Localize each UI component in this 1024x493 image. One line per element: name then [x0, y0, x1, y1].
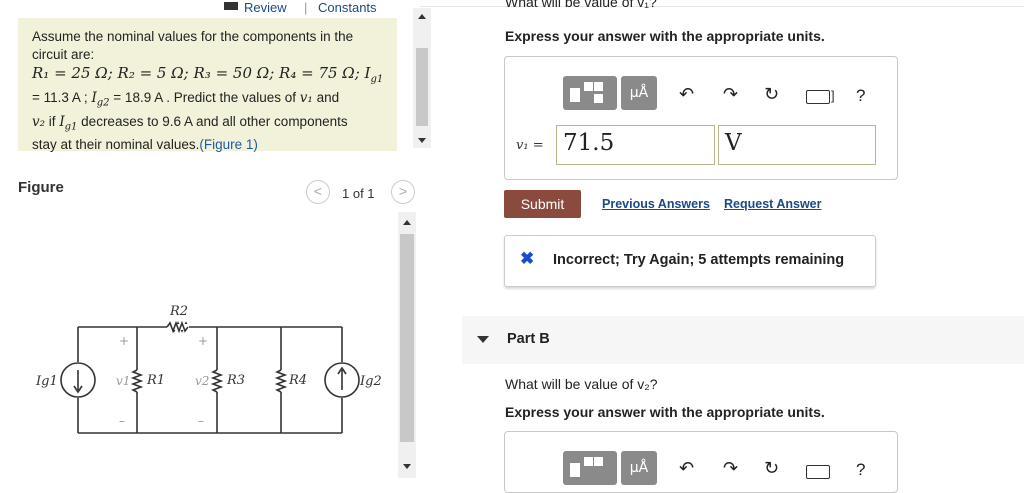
r1-label: R1 [146, 373, 165, 388]
review-link[interactable]: Review [224, 0, 287, 15]
v1-value-input[interactable]: 71.5 [556, 125, 715, 165]
units-button[interactable]: μÅ [621, 451, 657, 485]
circuit-diagram: Ig1 Ig2 R1 R2 R3 R4 v1 v2 + – + – [35, 304, 382, 434]
text: and [312, 90, 340, 105]
templates-button[interactable] [563, 451, 617, 485]
part-b-instructions: Express your answer with the appropriate… [505, 404, 825, 420]
subscript: g1 [64, 121, 78, 133]
keyboard-icon[interactable] [806, 90, 830, 104]
prev-figure-button[interactable]: < [306, 180, 330, 204]
problem-line: stay at their nominal values.(Figure 1) [32, 136, 384, 154]
header-separator: | [304, 0, 308, 15]
figure-heading: Figure [18, 179, 64, 196]
problem-line: = 11.3 A ; Ig2 = 18.9 A . Predict the va… [32, 89, 384, 113]
scrollbar-thumb[interactable] [400, 234, 414, 442]
previous-answers-link[interactable]: Previous Answers [602, 197, 710, 211]
v1-label: v1 [116, 374, 130, 388]
r3-label: R3 [226, 373, 245, 388]
help-button[interactable]: ? [856, 86, 865, 106]
text: stay at their nominal values. [32, 137, 200, 153]
problem-line: Assume the nominal values for the compon… [32, 29, 354, 44]
keyboard-bracket: ] [831, 88, 835, 103]
scroll-down-icon[interactable] [418, 138, 426, 143]
text: = 11.3 A ; [32, 90, 92, 105]
r4-label: R4 [288, 373, 307, 388]
request-answer-link[interactable]: Request Answer [724, 197, 821, 211]
next-figure-button[interactable]: > [391, 180, 415, 204]
review-label[interactable]: Review [244, 0, 287, 15]
ig1-label: Ig1 [35, 374, 58, 389]
incorrect-icon: ✖ [520, 249, 535, 268]
component-values: R₁ = 25 Ω; R₂ = 5 Ω; R₃ = 50 Ω; R₄ = 75 … [32, 64, 371, 82]
problem-line: v₂ if Ig1 decreases to 9.6 A and all oth… [32, 113, 384, 137]
figure-page-count: 1 of 1 [342, 186, 375, 201]
templates-icon [570, 82, 603, 103]
v1-unit-input[interactable]: V [718, 125, 876, 165]
submit-button[interactable]: Submit [504, 190, 581, 218]
figure-link[interactable]: (Figure 1) [199, 137, 258, 152]
text: if [45, 113, 60, 129]
text: decreases to 9.6 A and all other compone… [77, 113, 348, 129]
keyboard-icon[interactable] [806, 465, 830, 479]
redo-icon[interactable]: ↷ [723, 84, 738, 105]
v1-input-label: v₁ = [516, 137, 544, 153]
figure-scrollbar[interactable] [398, 212, 416, 478]
problem-text: Assume the nominal values for the compon… [32, 28, 384, 154]
undo-icon[interactable]: ↶ [679, 458, 694, 479]
v2-plus: + [198, 334, 208, 348]
v2-label: v2 [195, 374, 209, 388]
text: v₂ [32, 113, 46, 130]
undo-icon[interactable]: ↶ [679, 84, 694, 105]
problem-scrollbar[interactable] [413, 8, 431, 148]
subscript: g1 [370, 74, 384, 85]
scrollbar-thumb[interactable] [416, 48, 428, 126]
label-text: v₁ = [516, 138, 544, 153]
constants-link[interactable]: Constants [318, 0, 377, 15]
scroll-down-icon[interactable] [403, 464, 411, 469]
book-icon [224, 2, 238, 10]
reset-icon[interactable]: ↻ [764, 84, 779, 105]
feedback-message: Incorrect; Try Again; 5 attempts remaini… [553, 252, 845, 268]
v1-minus: – [119, 414, 125, 428]
templates-icon [570, 457, 603, 477]
part-b-question: What will be value of v₂? [505, 376, 658, 392]
problem-line: R₁ = 25 Ω; R₂ = 5 Ω; R₃ = 50 Ω; R₄ = 75 … [32, 64, 384, 89]
units-button[interactable]: μÅ [621, 76, 657, 110]
ig2-label: Ig2 [359, 374, 382, 389]
r2-label: R2 [169, 304, 188, 319]
text: = 18.9 A . Predict the values of [109, 90, 300, 105]
part-a-question: What will be value of v₁? [505, 0, 657, 10]
v1-plus: + [119, 334, 129, 348]
part-a-instructions: Express your answer with the appropriate… [505, 28, 825, 44]
part-b-title[interactable]: Part B [507, 331, 550, 347]
scroll-up-icon[interactable] [418, 14, 426, 19]
help-button[interactable]: ? [856, 460, 865, 480]
collapse-icon[interactable] [477, 336, 489, 343]
templates-button[interactable] [563, 76, 617, 110]
subscript: g2 [96, 97, 110, 109]
scroll-up-icon[interactable] [403, 220, 411, 225]
reset-icon[interactable]: ↻ [764, 458, 779, 479]
text: v₁ [299, 90, 313, 106]
v2-minus: – [198, 414, 204, 428]
redo-icon[interactable]: ↷ [723, 458, 738, 479]
problem-line: circuit are: [32, 47, 95, 62]
